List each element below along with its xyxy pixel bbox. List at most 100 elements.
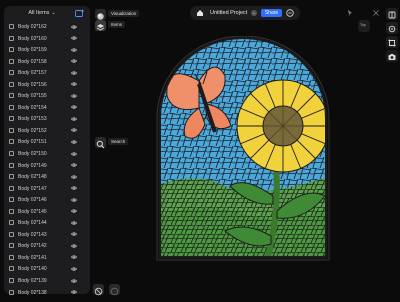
eye-icon[interactable] — [71, 94, 77, 98]
eye-icon[interactable] — [71, 140, 77, 144]
eye-icon[interactable] — [71, 198, 77, 202]
history-button[interactable] — [93, 284, 104, 296]
camera-icon — [388, 54, 396, 60]
item-row[interactable]: Body 02*146 — [4, 194, 90, 206]
collapse-icon[interactable] — [372, 9, 380, 17]
home-icon[interactable] — [196, 9, 204, 17]
item-label: Body 02*157 — [18, 70, 47, 77]
view-cube-button[interactable]: Top — [358, 20, 370, 32]
eye-icon[interactable] — [71, 221, 77, 225]
eye-icon[interactable] — [71, 267, 77, 271]
item-label: Body 02*162 — [18, 24, 47, 30]
item-row[interactable]: Body 02*150 — [4, 148, 90, 160]
body-icon — [9, 243, 14, 249]
visualization-label: Visualization — [108, 10, 140, 17]
item-row[interactable]: Body 02*162 — [4, 21, 90, 33]
item-row[interactable]: Body 02*160 — [4, 33, 90, 45]
item-row[interactable]: Body 02*154 — [4, 102, 90, 114]
all-items-dropdown[interactable]: All Items ⌄ — [4, 10, 80, 16]
eye-icon[interactable] — [71, 290, 77, 294]
item-row[interactable]: Body 02*140 — [4, 263, 90, 275]
body-icon — [9, 81, 14, 87]
item-label: Body 02*158 — [18, 58, 47, 65]
layers-icon — [96, 24, 105, 31]
item-row[interactable]: Body 02*153 — [4, 113, 90, 125]
eye-icon[interactable] — [71, 82, 77, 86]
eye-icon[interactable] — [71, 255, 77, 260]
body-icon — [9, 139, 14, 145]
eye-icon[interactable] — [71, 59, 77, 63]
search-icon — [96, 140, 105, 149]
item-row[interactable]: Body 02*147 — [4, 183, 90, 195]
item-row[interactable]: Body 02*159 — [4, 44, 90, 56]
stained-glass-artwork[interactable] — [155, 36, 331, 262]
body-icon — [9, 104, 14, 110]
share-button[interactable]: Share — [261, 9, 282, 17]
camera-button[interactable] — [386, 50, 398, 62]
item-row[interactable]: Body 02*145 — [4, 206, 90, 218]
eye-icon[interactable] — [71, 105, 77, 109]
item-row[interactable]: Body 02*156 — [4, 79, 90, 91]
crop-button[interactable] — [386, 36, 398, 48]
item-label: Body 02*139 — [18, 278, 47, 285]
item-row[interactable]: Body 02*143 — [4, 229, 90, 241]
chevron-down-icon: ⌄ — [51, 10, 56, 16]
eye-icon[interactable] — [71, 47, 77, 52]
item-label: Body 02*153 — [18, 116, 47, 123]
item-row[interactable]: Body 02*139 — [4, 275, 90, 287]
more-icon[interactable] — [286, 9, 294, 17]
body-icon — [9, 266, 14, 272]
no-entry-icon — [94, 287, 103, 296]
items-panel: All Items ⌄ Body 02*162 Body 02*160 Body 02… — [4, 6, 90, 296]
visualization-button[interactable] — [95, 9, 106, 20]
item-label: Body 02*154 — [18, 104, 47, 111]
eye-icon[interactable] — [71, 128, 77, 133]
item-label: Body 02*155 — [18, 93, 47, 100]
item-label: Body 02*140 — [18, 266, 47, 273]
eye-icon[interactable] — [71, 24, 77, 29]
item-row[interactable]: Body 02*151 — [4, 136, 90, 148]
item-row[interactable]: Body 02*142 — [4, 240, 90, 252]
item-label: Body 02*151 — [18, 139, 47, 146]
target-button[interactable] — [386, 22, 398, 34]
eye-icon[interactable] — [71, 36, 77, 40]
item-row[interactable]: Body 02*152 — [4, 125, 90, 137]
redo-icon — [110, 287, 119, 296]
chevron-down-icon[interactable]: ⌄ — [251, 10, 257, 16]
eye-icon[interactable] — [71, 151, 77, 156]
body-icon — [9, 289, 14, 295]
eye-icon[interactable] — [71, 244, 77, 248]
item-row[interactable]: Body 02*155 — [4, 90, 90, 102]
body-icon — [9, 231, 14, 237]
body-icon — [9, 208, 14, 214]
project-title[interactable]: Untitled Project — [210, 10, 247, 16]
item-row[interactable]: Body 02*141 — [4, 252, 90, 264]
eye-icon[interactable] — [71, 175, 77, 179]
item-label: Body 02*147 — [18, 185, 47, 192]
panel-toggle-button[interactable] — [386, 8, 398, 20]
item-row[interactable]: Body 02*148 — [4, 171, 90, 183]
cursor-icon[interactable] — [346, 9, 354, 17]
item-row[interactable]: Body 02*158 — [4, 56, 90, 68]
redo-button[interactable] — [109, 284, 120, 296]
item-label: Body 02*156 — [18, 81, 47, 88]
eye-icon[interactable] — [71, 209, 77, 213]
item-label: Body 02*152 — [18, 127, 47, 134]
target-icon — [388, 25, 396, 33]
body-icon — [9, 35, 14, 41]
eye-icon[interactable] — [71, 117, 77, 121]
item-row[interactable]: Body 02*157 — [4, 67, 90, 79]
eye-icon[interactable] — [71, 232, 77, 236]
add-item-button[interactable] — [75, 9, 85, 18]
search-button[interactable] — [95, 137, 106, 149]
eye-icon[interactable] — [71, 278, 77, 283]
items-button[interactable] — [95, 20, 106, 31]
item-row[interactable]: Body 02*149 — [4, 160, 90, 172]
eye-icon[interactable] — [71, 71, 77, 75]
body-icon — [9, 24, 14, 29]
item-label: Body 02*138 — [18, 289, 47, 296]
item-row[interactable]: Body 02*138 — [4, 287, 90, 299]
eye-icon[interactable] — [71, 163, 77, 167]
item-row[interactable]: Body 02*144 — [4, 217, 90, 229]
eye-icon[interactable] — [71, 186, 77, 190]
